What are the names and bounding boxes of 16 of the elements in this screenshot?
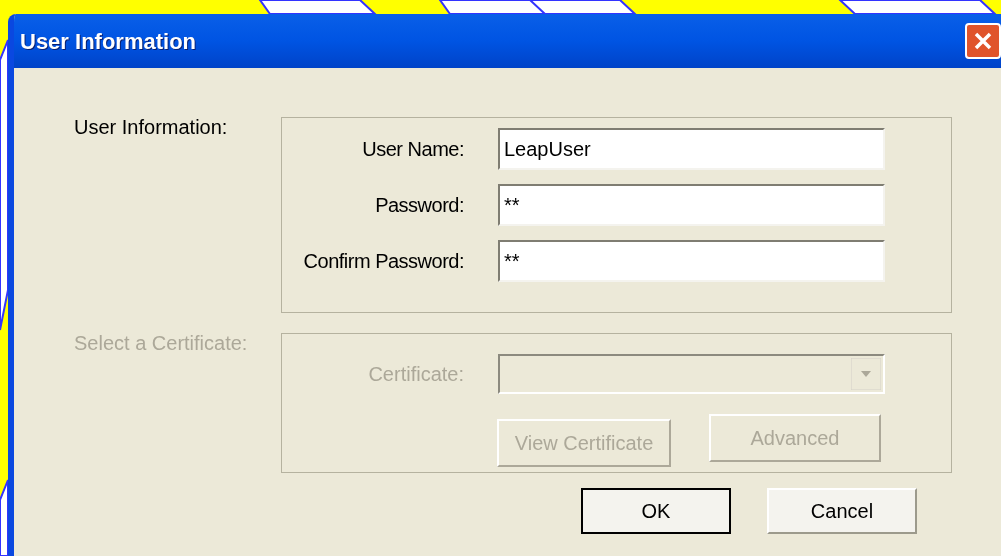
section-label: User Information: (74, 115, 229, 140)
field-label: Password: (374, 193, 464, 218)
dialog-button[interactable]: OK (581, 488, 731, 534)
field-label: Confirm Password: (302, 249, 464, 274)
close-icon (973, 31, 993, 51)
text-field[interactable]: ** (498, 240, 885, 282)
section-label: Select a Certificate: (74, 331, 249, 356)
text-field[interactable]: ** (498, 184, 885, 226)
certificate-dropdown[interactable] (498, 354, 885, 394)
dialog-button[interactable]: Cancel (767, 488, 917, 534)
window-title: User Information (20, 27, 197, 56)
field-label: Certificate: (367, 362, 464, 387)
text-field[interactable]: LeapUser (498, 128, 885, 170)
field-label: User Name: (361, 137, 464, 162)
dropdown-arrow-icon (851, 358, 881, 390)
close-button[interactable] (965, 23, 1001, 59)
